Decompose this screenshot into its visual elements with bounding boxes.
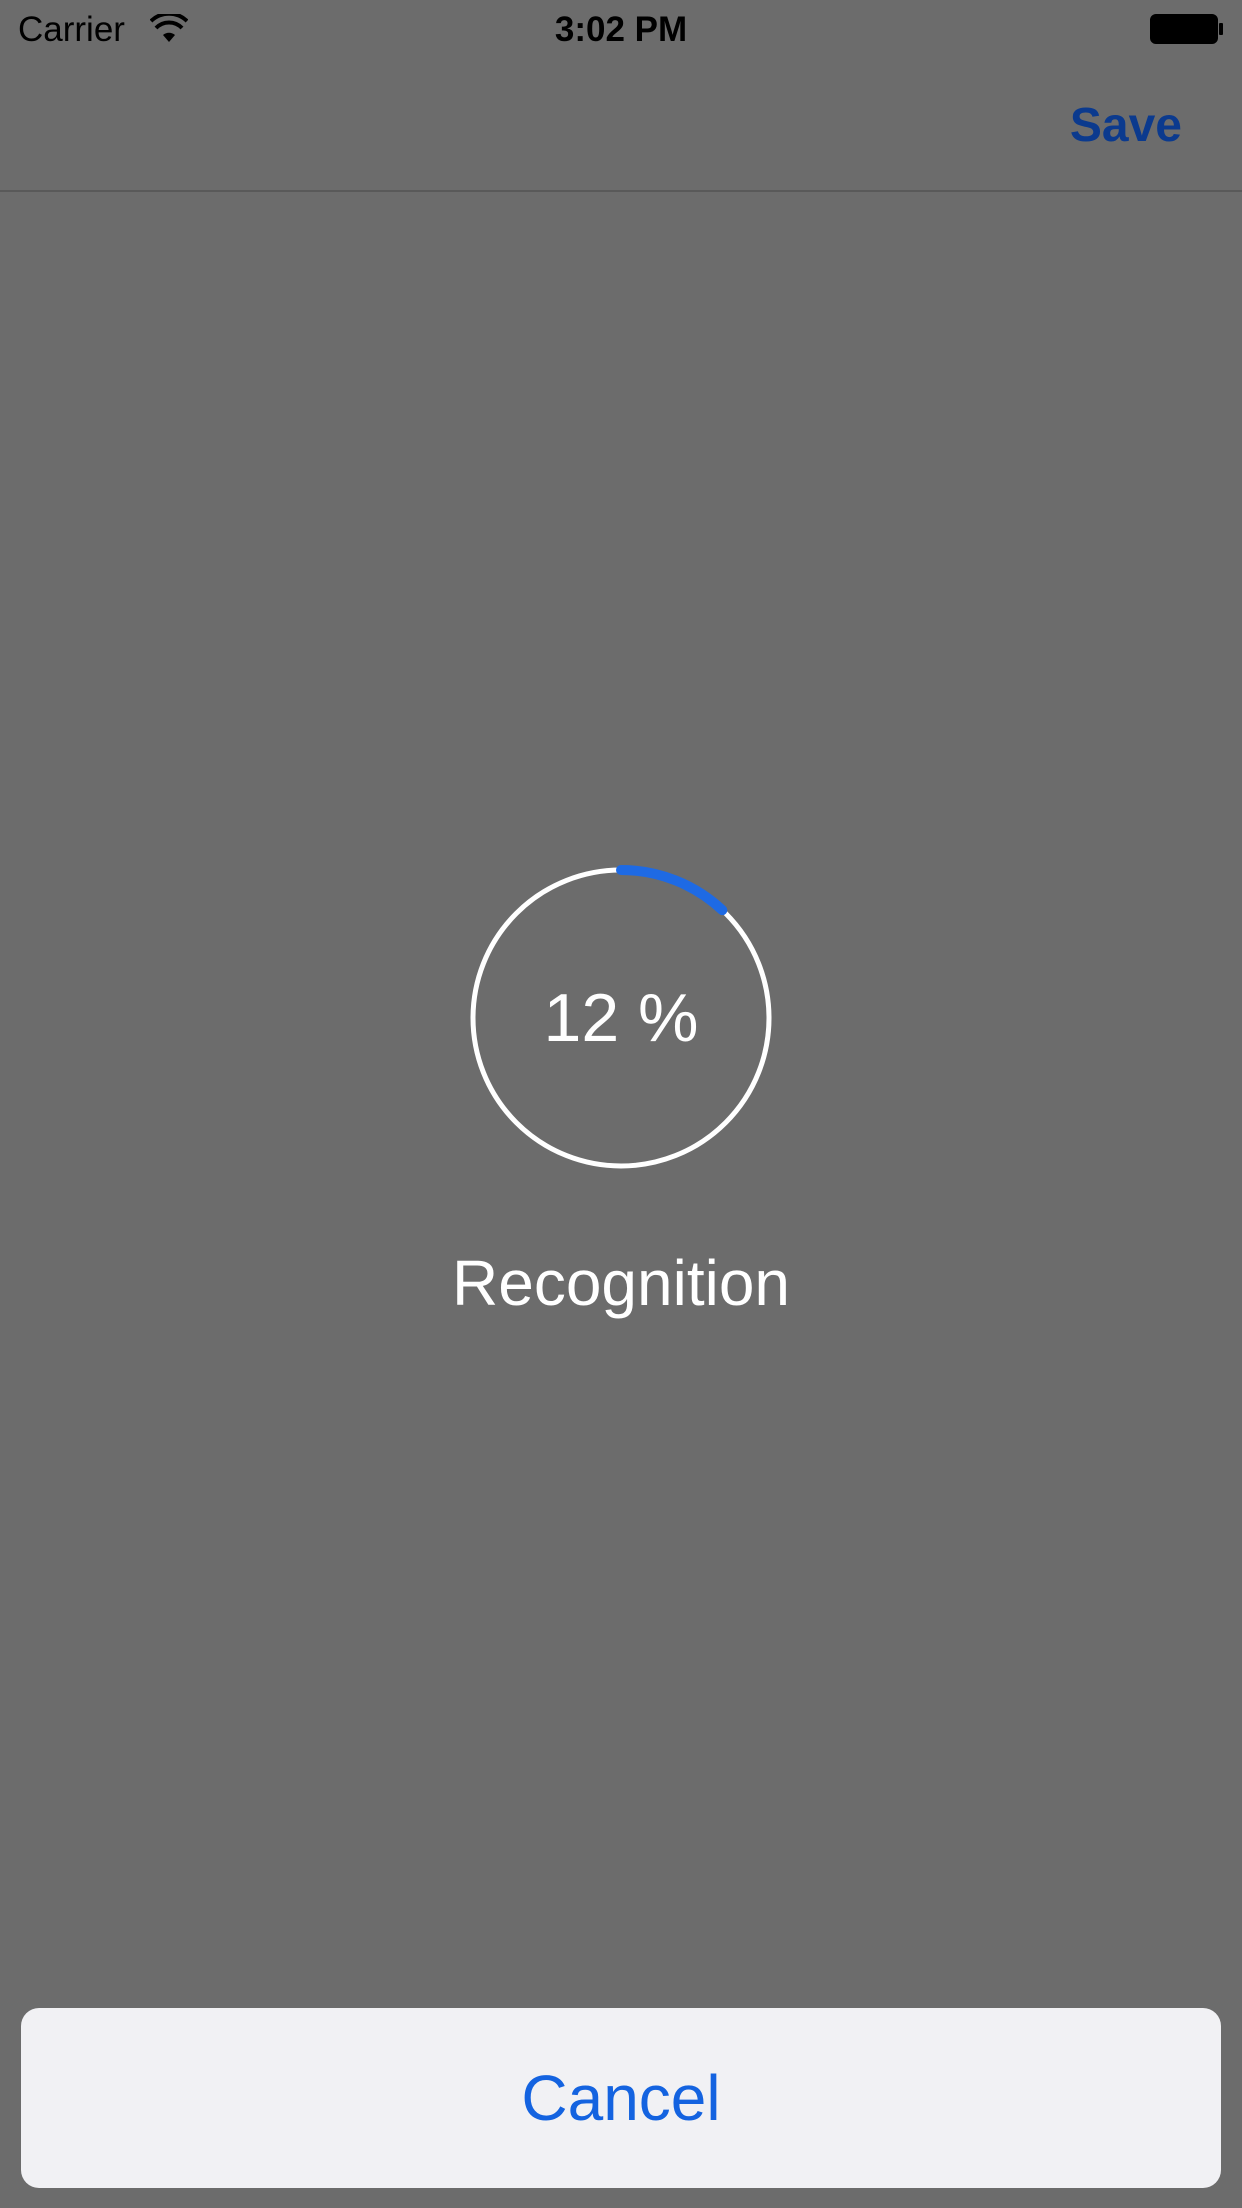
battery-icon bbox=[1150, 14, 1223, 44]
status-bar: Carrier 3:02 PM bbox=[0, 0, 1242, 60]
cancel-button[interactable]: Cancel bbox=[21, 2008, 1221, 2188]
clock: 3:02 PM bbox=[554, 10, 688, 49]
navigation-bar: Save bbox=[0, 60, 1242, 192]
progress-ring: 12 % bbox=[465, 862, 777, 1174]
progress-percent: 12 % bbox=[543, 980, 699, 1056]
progress-label: Recognition bbox=[452, 1247, 790, 1319]
save-button[interactable]: Save bbox=[1070, 98, 1182, 154]
